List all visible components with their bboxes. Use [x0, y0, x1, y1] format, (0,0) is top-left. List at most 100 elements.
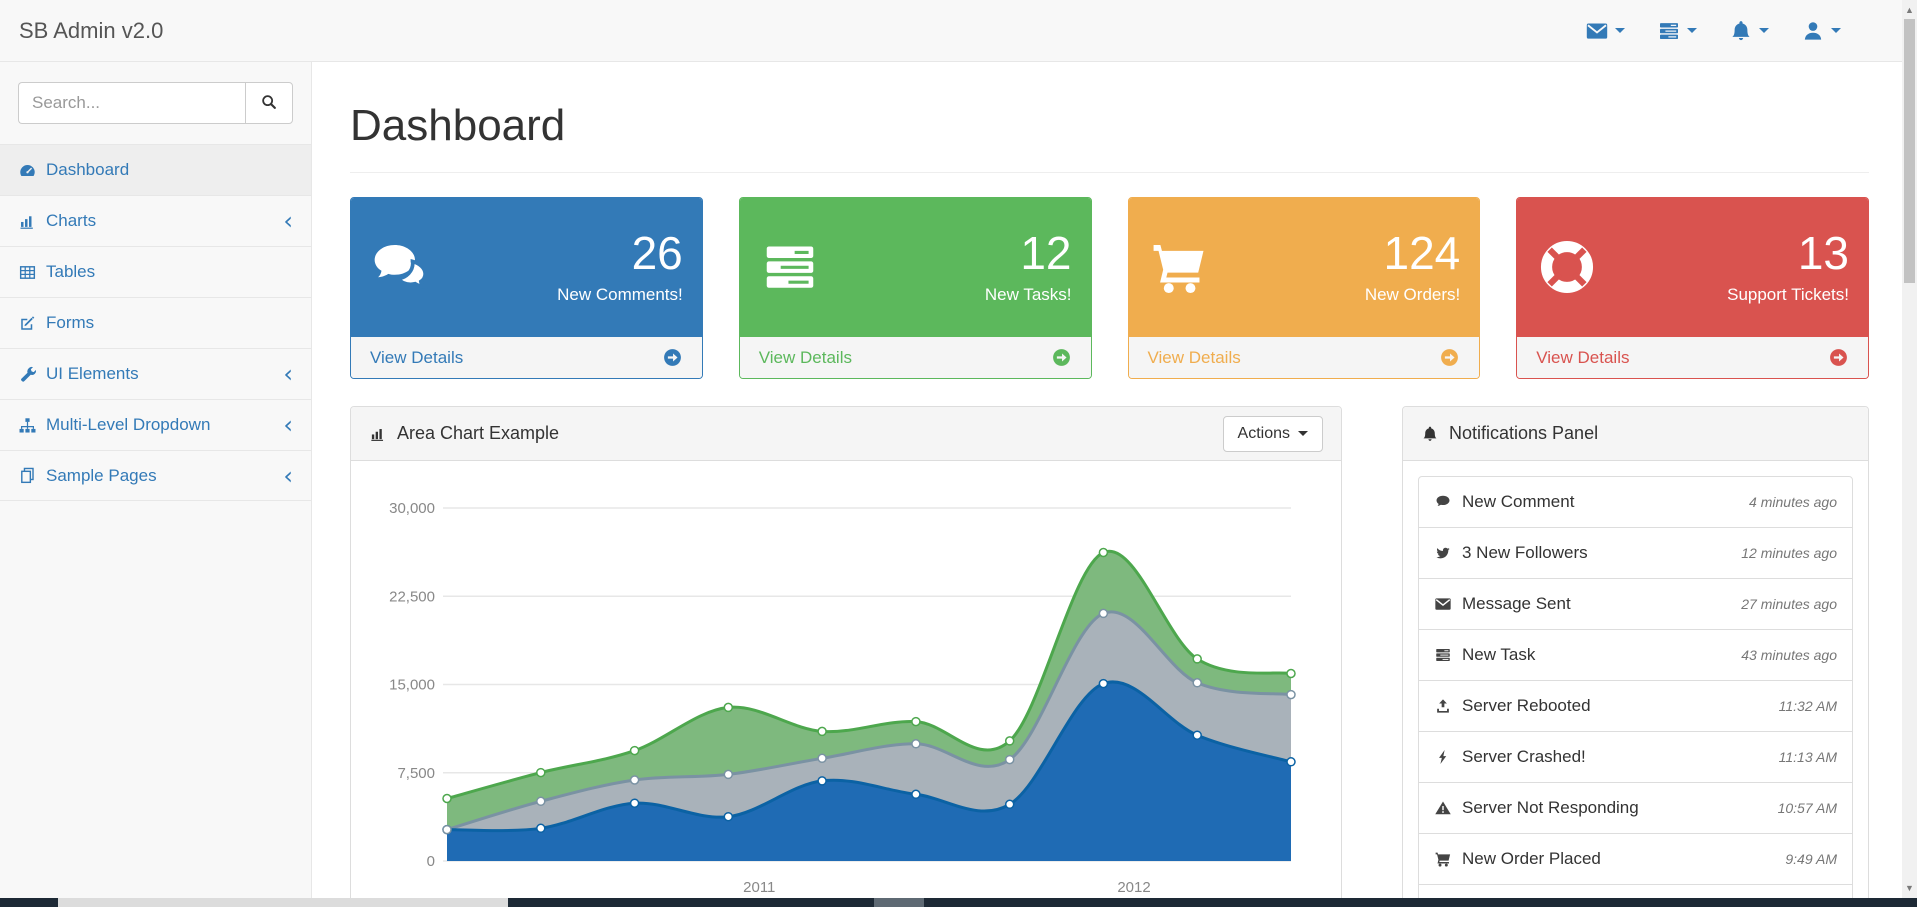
sidebar-item-label: Charts: [46, 211, 96, 231]
notifications-panel-title: Notifications Panel: [1449, 423, 1598, 444]
sidebar-item-ui-elements[interactable]: UI Elements ‹: [0, 348, 311, 399]
notification-label: New Task: [1462, 645, 1535, 665]
sidebar-item-forms[interactable]: Forms: [0, 297, 311, 348]
sidebar-item-charts[interactable]: Charts ‹: [0, 195, 311, 246]
bolt-icon: [1434, 748, 1452, 766]
horizontal-scrollbar[interactable]: [0, 898, 1917, 907]
dashboard-icon-holder: [18, 161, 46, 180]
user-dropdown[interactable]: [1785, 0, 1857, 61]
sidebar-menu: Dashboard Charts ‹ Tables Forms UI Eleme…: [0, 144, 311, 501]
notification-new-comment[interactable]: New Comment 4 minutes ago: [1418, 476, 1853, 528]
sidebar-item-label: Sample Pages: [46, 466, 157, 486]
stat-panel-tickets-heading: 13 Support Tickets!: [1517, 198, 1868, 336]
files-icon: [18, 466, 37, 485]
edit-icon-holder: [18, 314, 46, 333]
stat-value: 12: [985, 229, 1072, 277]
svg-text:0: 0: [427, 853, 435, 870]
panels-row: Area Chart Example Actions 07,50015,0002…: [350, 406, 1869, 907]
notification-3-new-followers[interactable]: 3 New Followers 12 minutes ago: [1418, 527, 1853, 579]
notifications-panel-heading: Notifications Panel: [1403, 407, 1868, 461]
view-details-link-orders[interactable]: View Details: [1129, 336, 1480, 378]
scroll-down-arrow[interactable]: ▼: [1902, 880, 1917, 896]
vertical-scrollbar-thumb[interactable]: [1904, 19, 1915, 283]
notification-label: New Order Placed: [1462, 849, 1601, 869]
stat-panel-tasks: 12 New Tasks! View Details: [739, 197, 1092, 379]
dashboard-icon: [18, 161, 37, 180]
stat-label: Support Tickets!: [1727, 285, 1849, 305]
bell-icon: [1729, 19, 1753, 43]
bell-icon-holder: [1421, 425, 1439, 443]
sidebar-item-label: Tables: [46, 262, 95, 282]
scroll-up-arrow[interactable]: ▲: [1902, 2, 1917, 18]
warning-icon-holder: [1434, 799, 1452, 817]
notification-label: New Comment: [1462, 492, 1574, 512]
notifications-body: New Comment 4 minutes ago 3 New Follower…: [1403, 461, 1868, 907]
stat-panel-tickets: 13 Support Tickets! View Details: [1516, 197, 1869, 379]
notification-message-sent[interactable]: Message Sent 27 minutes ago: [1418, 578, 1853, 630]
comment-icon: [1434, 493, 1452, 511]
view-details-link-comments[interactable]: View Details: [351, 336, 702, 378]
area-chart: 07,50015,00022,50030,00020112012: [351, 461, 1341, 907]
messages-dropdown[interactable]: [1569, 0, 1641, 61]
actions-dropdown-button[interactable]: Actions: [1223, 416, 1323, 452]
view-details-link-tickets[interactable]: View Details: [1517, 336, 1868, 378]
notification-time: 43 minutes ago: [1741, 647, 1837, 663]
stat-value: 13: [1727, 229, 1849, 277]
notification-label: Server Not Responding: [1462, 798, 1639, 818]
view-details-label: View Details: [1536, 348, 1629, 368]
sidebar-item-tables[interactable]: Tables: [0, 246, 311, 297]
shopping-cart-icon: [1434, 850, 1452, 868]
sidebar-item-label: Forms: [46, 313, 94, 333]
stats-row: 26 New Comments! View Details 12 New Tas…: [350, 197, 1869, 379]
stat-panel-orders-heading: 124 New Orders!: [1129, 198, 1480, 336]
notification-new-task[interactable]: New Task 43 minutes ago: [1418, 629, 1853, 681]
view-details-link-tasks[interactable]: View Details: [740, 336, 1091, 378]
navbar-menu: [1569, 0, 1857, 61]
angle-left-icon: ‹: [283, 209, 293, 233]
notification-label: Message Sent: [1462, 594, 1571, 614]
page-header-divider: [350, 172, 1869, 173]
sidebar: Dashboard Charts ‹ Tables Forms UI Eleme…: [0, 62, 312, 898]
sidebar-item-sample-pages[interactable]: Sample Pages ‹: [0, 450, 311, 501]
horizontal-scrollbar-thumb[interactable]: [58, 898, 508, 907]
notification-server-not-responding[interactable]: Server Not Responding 10:57 AM: [1418, 782, 1853, 834]
notification-new-order-placed[interactable]: New Order Placed 9:49 AM: [1418, 833, 1853, 885]
comments-icon-holder: [370, 236, 432, 298]
caret-down-icon: [1687, 28, 1697, 33]
life-ring-icon: [1536, 236, 1598, 298]
notification-server-rebooted[interactable]: Server Rebooted 11:32 AM: [1418, 680, 1853, 732]
area-chart-panel-heading: Area Chart Example Actions: [351, 407, 1341, 461]
notification-time: 27 minutes ago: [1741, 596, 1837, 612]
stat-label: New Orders!: [1365, 285, 1460, 305]
search-input[interactable]: [18, 82, 245, 124]
notification-server-crashed[interactable]: Server Crashed! 11:13 AM: [1418, 731, 1853, 783]
svg-text:2011: 2011: [743, 879, 775, 896]
notification-label: Server Rebooted: [1462, 696, 1591, 716]
notifications-list: New Comment 4 minutes ago 3 New Follower…: [1418, 476, 1853, 907]
stat-label: New Comments!: [557, 285, 683, 305]
notification-label: Server Crashed!: [1462, 747, 1586, 767]
stat-panel-tasks-heading: 12 New Tasks!: [740, 198, 1091, 336]
sidebar-item-dashboard[interactable]: Dashboard: [0, 144, 311, 195]
bar-chart-icon: [369, 425, 387, 443]
alerts-dropdown[interactable]: [1713, 0, 1785, 61]
tasks-dropdown[interactable]: [1641, 0, 1713, 61]
shopping-cart-icon-holder: [1148, 236, 1210, 298]
sidebar-item-multi-level-dropdown[interactable]: Multi-Level Dropdown ‹: [0, 399, 311, 450]
caret-down-icon: [1298, 431, 1308, 436]
brand-link[interactable]: SB Admin v2.0: [19, 18, 163, 44]
sidebar-item-label: UI Elements: [46, 364, 139, 384]
notification-label: 3 New Followers: [1462, 543, 1588, 563]
page-content: Dashboard 26 New Comments! View Details …: [313, 62, 1902, 898]
stat-label: New Tasks!: [985, 285, 1072, 305]
tasks-icon: [1657, 19, 1681, 43]
table-icon-holder: [18, 263, 46, 282]
sitemap-icon: [18, 416, 37, 435]
vertical-scrollbar[interactable]: ▲ ▼: [1902, 0, 1917, 898]
circle-arrow-icon-holder: [1051, 347, 1072, 368]
search-button[interactable]: [245, 82, 293, 124]
circle-arrow-icon-holder: [662, 347, 683, 368]
bar-chart-icon-holder: [369, 425, 387, 443]
caret-down-icon: [1615, 28, 1625, 33]
area-chart-panel-title: Area Chart Example: [397, 423, 559, 444]
